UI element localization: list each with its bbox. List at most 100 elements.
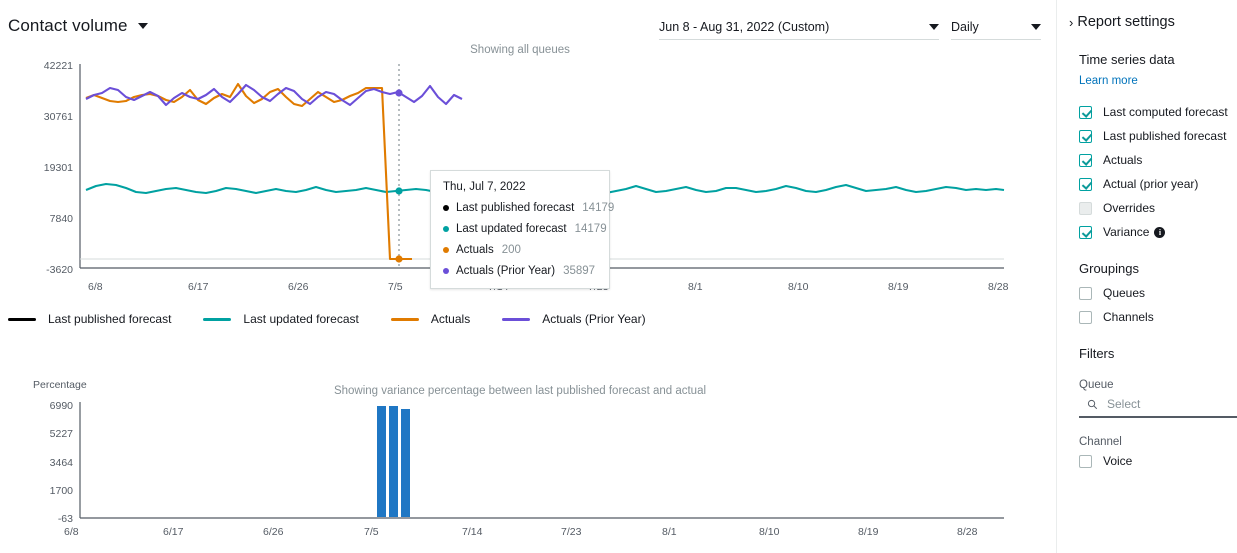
svg-text:6/17: 6/17 — [163, 526, 184, 538]
checkbox-last-published-forecast[interactable]: Last published forecast — [1079, 129, 1237, 143]
legend-swatch-icon — [502, 317, 531, 321]
tooltip-series-value: 14179 — [574, 223, 607, 235]
svg-text:30761: 30761 — [44, 111, 73, 123]
checkbox-icon[interactable] — [1079, 454, 1092, 468]
tooltip-series-value: 35897 — [563, 265, 596, 277]
svg-text:6/26: 6/26 — [288, 281, 309, 293]
queue-field-label: Queue — [1079, 379, 1114, 391]
checkbox-voice[interactable]: Voice — [1079, 454, 1237, 468]
svg-text:8/10: 8/10 — [788, 281, 809, 293]
tooltip-series-label: Actuals (Prior Year) — [456, 265, 556, 277]
svg-text:42221: 42221 — [44, 60, 73, 72]
legend-item-actuals[interactable]: Actuals — [390, 312, 471, 326]
checkbox-icon[interactable] — [1079, 177, 1092, 191]
checkbox-channels[interactable]: Channels — [1079, 310, 1237, 324]
learn-more-link[interactable]: Learn more — [1079, 75, 1138, 87]
checkbox-actual-prior-year[interactable]: Actual (prior year) — [1079, 177, 1237, 191]
tooltip-row: Actuals (Prior Year) 35897 — [443, 265, 597, 277]
checkbox-label: Last published forecast — [1103, 129, 1227, 143]
svg-text:8/28: 8/28 — [957, 526, 978, 538]
chevron-down-icon[interactable] — [1031, 23, 1041, 30]
checkbox-variance[interactable]: Variance i — [1079, 225, 1237, 239]
checkbox-icon[interactable] — [1079, 105, 1092, 119]
checkbox-last-computed-forecast[interactable]: Last computed forecast — [1079, 105, 1237, 119]
page-header: Contact volume Jun 8 - Aug 31, 2022 (Cus… — [0, 0, 1056, 46]
section-heading-groupings: Groupings — [1079, 261, 1139, 276]
legend-swatch-icon — [390, 317, 419, 321]
checkbox-label: Actual (prior year) — [1103, 177, 1199, 191]
date-range-selector[interactable]: Jun 8 - Aug 31, 2022 (Custom) — [659, 14, 939, 40]
showing-queues-note: Showing all queues — [470, 44, 570, 56]
svg-text:6990: 6990 — [50, 400, 74, 412]
svg-text:8/1: 8/1 — [688, 281, 703, 293]
checkbox-label: Voice — [1103, 454, 1133, 468]
svg-text:6/8: 6/8 — [88, 281, 103, 293]
svg-text:5227: 5227 — [50, 428, 74, 440]
checkbox-icon[interactable] — [1079, 286, 1092, 300]
checkbox-icon[interactable] — [1079, 201, 1092, 215]
variance-chart: Percentage 6990 5227 3464 1700 -63 6/8 6… — [33, 379, 1004, 538]
queue-select-placeholder: Select — [1107, 397, 1141, 411]
queue-select-input[interactable]: Select — [1079, 393, 1237, 418]
time-series-section: Time series data Learn more Last compute… — [1057, 52, 1237, 239]
page-title: Contact volume — [8, 16, 128, 35]
tooltip-date: Thu, Jul 7, 2022 — [443, 181, 526, 193]
tooltip-series-label: Last published forecast — [456, 202, 575, 214]
info-icon[interactable]: i — [1154, 226, 1166, 238]
legend-label: Actuals — [430, 312, 471, 326]
svg-text:8/1: 8/1 — [662, 526, 677, 538]
main-content: Contact volume Jun 8 - Aug 31, 2022 (Cus… — [0, 0, 1056, 553]
svg-text:6/26: 6/26 — [263, 526, 284, 538]
svg-text:7840: 7840 — [50, 213, 74, 225]
granularity-selector[interactable]: Daily — [951, 14, 1041, 40]
svg-text:8/19: 8/19 — [858, 526, 879, 538]
chevron-right-icon[interactable]: › — [1069, 16, 1073, 29]
tooltip-series-label: Last updated forecast — [456, 223, 567, 235]
svg-text:8/19: 8/19 — [888, 281, 909, 293]
svg-text:19301: 19301 — [44, 162, 73, 174]
groupings-section: Groupings Queues Channels — [1057, 261, 1237, 324]
series-dot-icon — [443, 226, 449, 232]
tooltip-series-label: Actuals — [456, 244, 494, 256]
date-range-value: Jun 8 - Aug 31, 2022 (Custom) — [659, 19, 830, 34]
series-dot-icon — [443, 268, 449, 274]
chart-legend: Last published forecast Last updated for… — [8, 312, 678, 326]
checkbox-icon[interactable] — [1079, 153, 1092, 167]
legend-item-last-updated-forecast[interactable]: Last updated forecast — [203, 312, 359, 326]
legend-swatch-icon — [203, 317, 232, 321]
legend-label: Last published forecast — [48, 312, 172, 326]
series-dot-icon — [443, 247, 449, 253]
legend-label: Actuals (Prior Year) — [542, 312, 646, 326]
svg-text:8/28: 8/28 — [988, 281, 1009, 293]
checkbox-overrides[interactable]: Overrides — [1079, 201, 1237, 215]
svg-text:1700: 1700 — [50, 485, 74, 497]
tooltip-series-value: 200 — [501, 244, 521, 256]
checkbox-queues[interactable]: Queues — [1079, 286, 1237, 300]
report-settings-panel: › Report settings Time series data Learn… — [1056, 0, 1237, 553]
section-heading-filters: Filters — [1079, 346, 1115, 361]
metric-selector[interactable]: Contact volume — [8, 16, 148, 36]
chevron-down-icon[interactable] — [929, 23, 939, 30]
checkbox-icon[interactable] — [1079, 225, 1092, 239]
svg-text:7/5: 7/5 — [364, 526, 379, 538]
report-page: Contact volume Jun 8 - Aug 31, 2022 (Cus… — [0, 0, 1237, 553]
section-heading-time-series: Time series data — [1079, 52, 1175, 67]
tooltip-row: Actuals 200 — [443, 244, 597, 256]
tooltip-series-value: 14179 — [582, 202, 615, 214]
svg-text:3464: 3464 — [50, 457, 74, 469]
checkbox-label: Queues — [1103, 286, 1146, 300]
chevron-down-icon[interactable] — [137, 23, 148, 29]
variance-note: Showing variance percentage between last… — [333, 385, 707, 397]
svg-text:-63: -63 — [58, 513, 73, 525]
checkbox-icon[interactable] — [1079, 310, 1092, 324]
legend-item-actuals-prior-year[interactable]: Actuals (Prior Year) — [502, 312, 646, 326]
report-settings-toggle[interactable]: › Report settings — [1057, 0, 1237, 30]
checkbox-label: Channels — [1103, 310, 1154, 324]
svg-text:6/8: 6/8 — [64, 526, 79, 538]
channel-field-label: Channel — [1079, 436, 1122, 448]
legend-item-last-published-forecast[interactable]: Last published forecast — [8, 312, 171, 326]
checkbox-actuals[interactable]: Actuals — [1079, 153, 1237, 167]
checkbox-icon[interactable] — [1079, 129, 1092, 143]
checkbox-label: Overrides — [1103, 201, 1156, 215]
granularity-value: Daily — [951, 19, 979, 34]
